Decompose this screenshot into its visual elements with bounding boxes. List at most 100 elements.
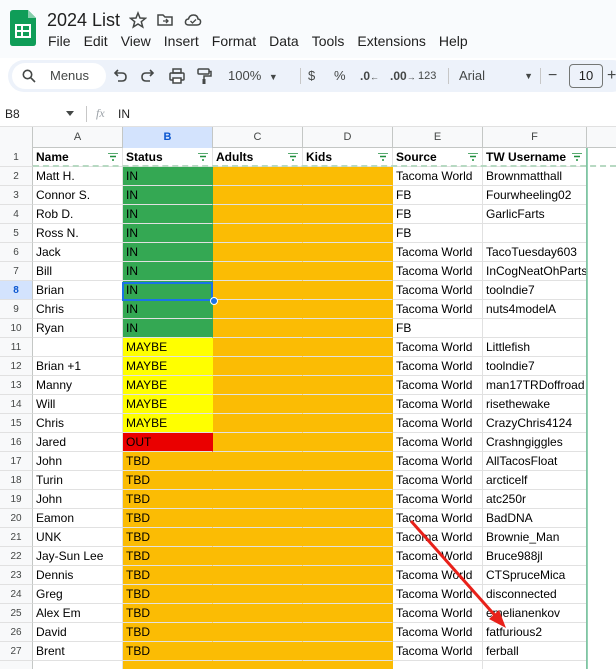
kids-cell[interactable] <box>303 566 393 585</box>
name-cell[interactable]: Jay-Sun Lee <box>33 547 123 566</box>
source-cell[interactable]: Tacoma World <box>393 433 483 452</box>
status-cell[interactable]: TBD <box>123 471 213 490</box>
font-family-select[interactable]: Arial ▼ <box>459 67 533 85</box>
name-cell[interactable]: David <box>33 623 123 642</box>
source-cell[interactable]: Tacoma World <box>393 509 483 528</box>
tw-username-cell[interactable]: disconnected <box>483 585 587 604</box>
kids-cell[interactable] <box>303 604 393 623</box>
kids-cell[interactable] <box>303 319 393 338</box>
kids-cell[interactable] <box>303 642 393 661</box>
name-cell[interactable]: Greg <box>33 585 123 604</box>
adults-cell[interactable] <box>213 319 303 338</box>
row-number[interactable]: 11 <box>0 338 33 357</box>
paint-format-button[interactable] <box>196 67 212 85</box>
row-number[interactable]: 8 <box>0 281 33 300</box>
source-cell[interactable]: Tacoma World <box>393 604 483 623</box>
status-cell[interactable]: IN <box>123 186 213 205</box>
adults-cell[interactable] <box>213 528 303 547</box>
partial-cell[interactable] <box>123 661 213 669</box>
kids-cell[interactable] <box>303 623 393 642</box>
name-cell[interactable]: Jack <box>33 243 123 262</box>
print-button[interactable] <box>168 67 186 85</box>
name-cell[interactable]: Brian +1 <box>33 357 123 376</box>
redo-button[interactable] <box>140 67 156 85</box>
source-cell[interactable]: Tacoma World <box>393 490 483 509</box>
tw-username-cell[interactable]: GarlicFarts <box>483 205 587 224</box>
decrease-decimal-button[interactable]: .0← <box>360 67 379 85</box>
row-number[interactable]: 16 <box>0 433 33 452</box>
tw-username-cell[interactable]: Brownie_Man <box>483 528 587 547</box>
row-number[interactable]: 14 <box>0 395 33 414</box>
column-header-d[interactable]: D <box>303 127 393 148</box>
status-cell[interactable]: TBD <box>123 509 213 528</box>
source-cell[interactable]: Tacoma World <box>393 585 483 604</box>
tw-username-cell[interactable]: TacoTuesday603 <box>483 243 587 262</box>
adults-cell[interactable] <box>213 642 303 661</box>
filter-icon[interactable] <box>378 153 388 161</box>
source-cell[interactable]: Tacoma World <box>393 547 483 566</box>
tw-username-cell[interactable] <box>483 224 587 243</box>
adults-cell[interactable] <box>213 452 303 471</box>
row-number[interactable]: 6 <box>0 243 33 262</box>
increase-decimal-button[interactable]: .00→ <box>390 67 416 85</box>
tw-username-cell[interactable]: Crashngiggles <box>483 433 587 452</box>
row-number[interactable]: 20 <box>0 509 33 528</box>
status-cell[interactable]: IN <box>123 243 213 262</box>
source-cell[interactable]: FB <box>393 186 483 205</box>
status-cell[interactable]: IN <box>123 167 213 186</box>
name-cell[interactable]: Brent <box>33 642 123 661</box>
name-cell[interactable]: Dennis <box>33 566 123 585</box>
menu-help[interactable]: Help <box>439 33 468 51</box>
kids-cell[interactable] <box>303 300 393 319</box>
font-size-input[interactable]: 10 <box>569 64 603 88</box>
row-number[interactable]: 2 <box>0 167 33 186</box>
formula-input[interactable]: IN <box>118 107 130 121</box>
status-cell[interactable]: IN <box>123 262 213 281</box>
adults-cell[interactable] <box>213 300 303 319</box>
column-header-c[interactable]: C <box>213 127 303 148</box>
tw-username-cell[interactable]: CTSpruceMica <box>483 566 587 585</box>
name-cell[interactable]: Ryan <box>33 319 123 338</box>
row-number[interactable]: 21 <box>0 528 33 547</box>
source-cell[interactable]: FB <box>393 319 483 338</box>
name-cell[interactable]: Will <box>33 395 123 414</box>
row-number[interactable]: 1 <box>0 148 33 167</box>
source-cell[interactable]: Tacoma World <box>393 395 483 414</box>
kids-cell[interactable] <box>303 452 393 471</box>
tw-username-cell[interactable]: Bruce988jl <box>483 547 587 566</box>
name-cell[interactable]: Brian <box>33 281 123 300</box>
partial-cell[interactable] <box>33 661 123 669</box>
name-cell[interactable]: John <box>33 490 123 509</box>
column-header-f[interactable]: F <box>483 127 587 148</box>
status-cell[interactable]: MAYBE <box>123 414 213 433</box>
filter-icon[interactable] <box>108 153 118 161</box>
column-header-a[interactable]: A <box>33 127 123 148</box>
document-title[interactable]: 2024 List <box>47 10 120 31</box>
tw-username-cell[interactable]: ferball <box>483 642 587 661</box>
kids-cell[interactable] <box>303 167 393 186</box>
tw-username-cell[interactable]: risethewake <box>483 395 587 414</box>
kids-cell[interactable] <box>303 281 393 300</box>
status-cell[interactable]: MAYBE <box>123 395 213 414</box>
tw-username-cell[interactable]: toolndie7 <box>483 281 587 300</box>
adults-cell[interactable] <box>213 395 303 414</box>
source-cell[interactable]: Tacoma World <box>393 376 483 395</box>
source-cell[interactable]: Tacoma World <box>393 471 483 490</box>
kids-cell[interactable] <box>303 224 393 243</box>
status-cell[interactable]: TBD <box>123 528 213 547</box>
percent-format-button[interactable]: % <box>334 67 346 85</box>
adults-cell[interactable] <box>213 414 303 433</box>
tw-username-cell[interactable]: Brownmatthall <box>483 167 587 186</box>
sheets-logo-icon[interactable] <box>10 10 36 46</box>
name-cell[interactable]: Rob D. <box>33 205 123 224</box>
row-number[interactable]: 5 <box>0 224 33 243</box>
fill-handle[interactable] <box>210 297 218 305</box>
kids-cell[interactable] <box>303 243 393 262</box>
adults-cell[interactable] <box>213 471 303 490</box>
status-cell[interactable]: TBD <box>123 490 213 509</box>
tw-username-cell[interactable]: InCogNeatOhParts <box>483 262 587 281</box>
adults-cell[interactable] <box>213 262 303 281</box>
name-cell[interactable]: Ross N. <box>33 224 123 243</box>
caret-down-icon[interactable] <box>66 111 74 117</box>
name-cell[interactable]: Jared <box>33 433 123 452</box>
